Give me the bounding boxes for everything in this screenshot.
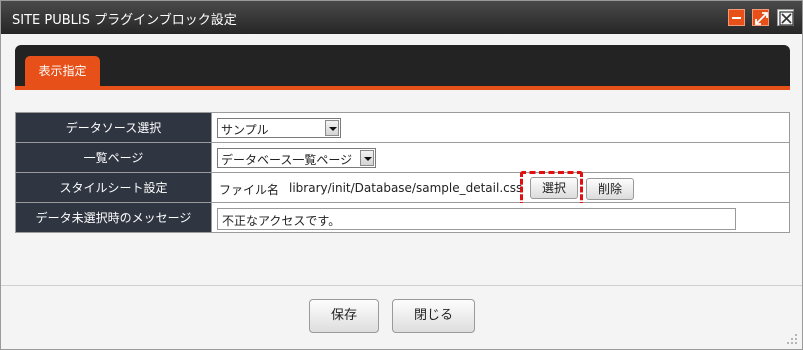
form-row-data-source: データソース選択 サンプル bbox=[15, 112, 790, 143]
form-row-no-data-message: データ未選択時のメッセージ 不正なアクセスです。 bbox=[15, 202, 790, 233]
data-source-select[interactable]: サンプル bbox=[217, 117, 341, 138]
plugin-block-settings-dialog: SITE PUBLIS プラグインブロック設定 表示指定 データソース選択 サン… bbox=[0, 0, 803, 350]
no-data-message-label: データ未選択時のメッセージ bbox=[15, 202, 212, 233]
no-data-message-value: 不正なアクセスです。 bbox=[222, 214, 341, 228]
settings-form: データソース選択 サンプル 一覧ページ データベース一覧ページ スタイルシート設… bbox=[15, 112, 790, 233]
file-path-value: library/init/Database/sample_detail.css bbox=[289, 181, 523, 195]
close-icon[interactable] bbox=[777, 9, 794, 26]
delete-file-button[interactable]: 削除 bbox=[586, 178, 634, 200]
tab-display-settings[interactable]: 表示指定 bbox=[25, 56, 100, 86]
minimize-icon[interactable] bbox=[728, 9, 745, 26]
title-bar[interactable]: SITE PUBLIS プラグインブロック設定 bbox=[1, 1, 802, 34]
resize-grip-icon[interactable] bbox=[785, 332, 799, 346]
no-data-message-input[interactable]: 不正なアクセスです。 bbox=[217, 208, 736, 230]
save-button[interactable]: 保存 bbox=[309, 299, 379, 333]
list-page-label: 一覧ページ bbox=[15, 142, 212, 173]
data-source-label: データソース選択 bbox=[15, 112, 212, 143]
maximize-icon[interactable] bbox=[752, 9, 769, 26]
form-row-list-page: 一覧ページ データベース一覧ページ bbox=[15, 142, 790, 173]
footer-divider bbox=[1, 285, 802, 286]
list-page-value: データベース一覧ページ bbox=[221, 152, 353, 167]
chevron-down-icon[interactable] bbox=[325, 119, 339, 136]
close-button[interactable]: 閉じる bbox=[392, 299, 475, 333]
chevron-down-icon[interactable] bbox=[360, 149, 374, 166]
tab-bar: 表示指定 bbox=[15, 45, 790, 90]
select-file-button[interactable]: 選択 bbox=[530, 177, 578, 199]
file-name-label: ファイル名 bbox=[219, 183, 280, 197]
stylesheet-label: スタイルシート設定 bbox=[15, 172, 212, 203]
form-row-stylesheet: スタイルシート設定 ファイル名 library/init/Database/sa… bbox=[15, 171, 790, 208]
list-page-select[interactable]: データベース一覧ページ bbox=[217, 147, 376, 168]
data-source-value: サンプル bbox=[221, 122, 269, 137]
window-title: SITE PUBLIS プラグインブロック設定 bbox=[12, 13, 237, 28]
